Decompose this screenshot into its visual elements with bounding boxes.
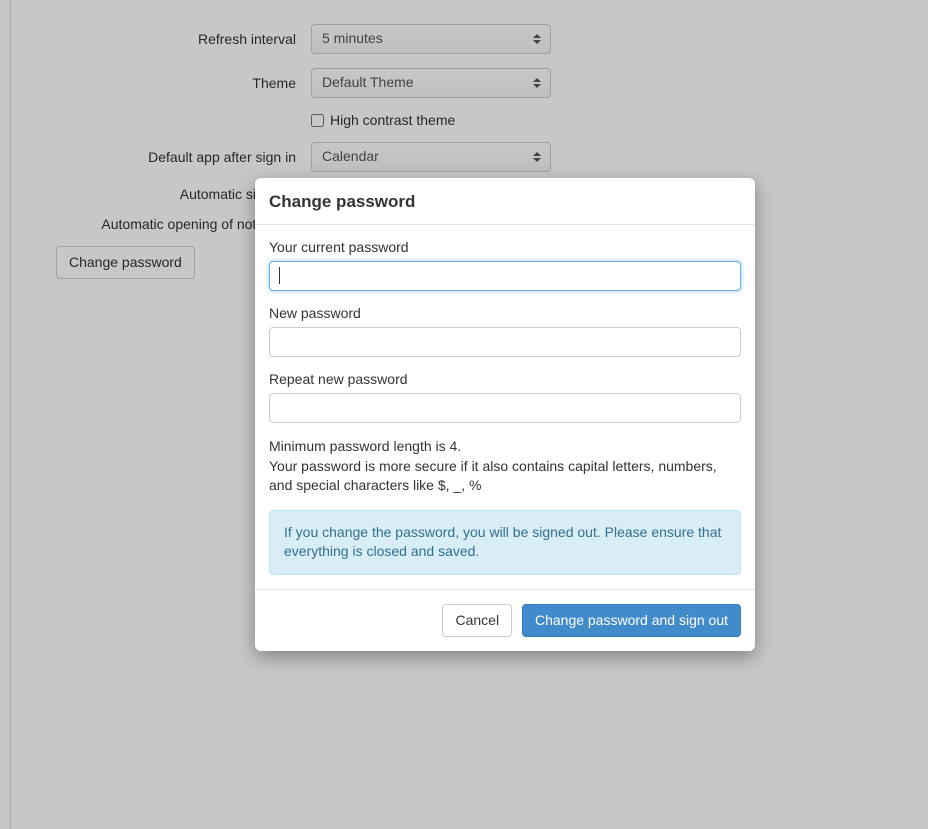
- password-hint: Minimum password length is 4. Your passw…: [269, 437, 741, 496]
- password-hint-line1: Minimum password length is 4.: [269, 438, 461, 454]
- change-password-modal: Change password Your current password Ne…: [255, 178, 755, 651]
- password-hint-line2: Your password is more secure if it also …: [269, 458, 717, 494]
- text-caret: [279, 267, 280, 284]
- cancel-button[interactable]: Cancel: [442, 604, 512, 637]
- repeat-password-label: Repeat new password: [269, 371, 741, 387]
- modal-body: Your current password New password Repea…: [255, 225, 755, 589]
- modal-footer: Cancel Change password and sign out: [255, 589, 755, 651]
- new-password-label: New password: [269, 305, 741, 321]
- repeat-password-input[interactable]: [269, 393, 741, 423]
- submit-button[interactable]: Change password and sign out: [522, 604, 741, 637]
- modal-title: Change password: [269, 192, 741, 212]
- current-password-label: Your current password: [269, 239, 741, 255]
- modal-header: Change password: [255, 178, 755, 225]
- new-password-input[interactable]: [269, 327, 741, 357]
- current-password-input[interactable]: [269, 261, 741, 291]
- signout-warning: If you change the password, you will be …: [269, 510, 741, 575]
